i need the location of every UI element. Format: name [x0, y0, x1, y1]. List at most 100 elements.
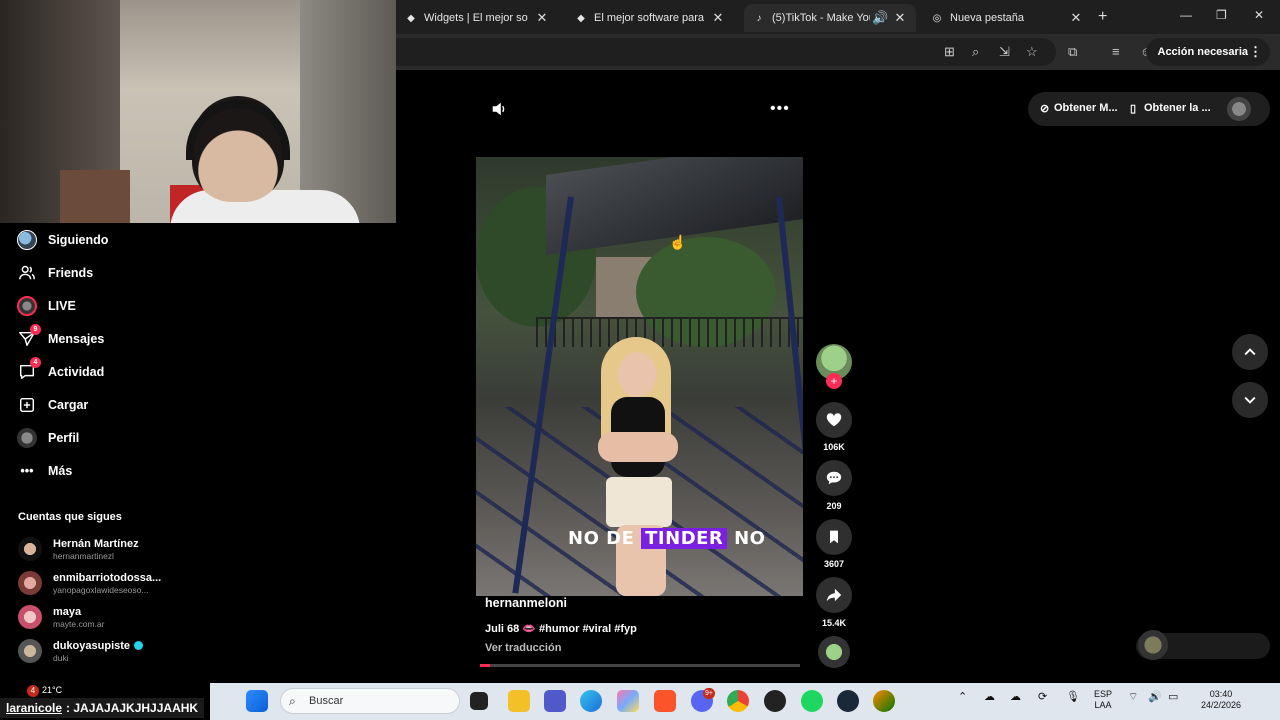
- tiktok-sidebar: Siguiendo Friends LIVE 9 Mensajes 4 Acti…: [0, 223, 396, 683]
- sidebar-item-label: Cargar: [48, 398, 89, 412]
- share-count: 15.4K: [821, 618, 847, 628]
- search-placeholder: Buscar: [309, 695, 344, 707]
- clock[interactable]: 03:40 24/2/2026: [1192, 689, 1250, 711]
- previous-video-button[interactable]: [1232, 334, 1268, 370]
- get-coins-button[interactable]: Obtener M...: [1054, 102, 1118, 114]
- sidebar-item-following[interactable]: Siguiendo: [16, 228, 108, 252]
- window-close-icon[interactable]: ✕: [1254, 8, 1264, 22]
- account-handle: duki: [53, 652, 69, 663]
- bookmark-star-icon[interactable]: ☆: [1026, 44, 1038, 60]
- media-controls-icon[interactable]: ≡: [1112, 44, 1120, 59]
- tab-widgets[interactable]: ◆ Widgets | El mejor softwar ✕: [396, 4, 558, 32]
- file-explorer-icon[interactable]: [508, 690, 530, 712]
- tab-tiktok[interactable]: ♪ (5)TikTok - Make Your 🔊 ✕: [744, 4, 916, 32]
- followed-account[interactable]: Hernán Martínez hernanmartinezl: [18, 537, 139, 561]
- comment-icon: [826, 471, 842, 485]
- avatar: [18, 605, 42, 629]
- steam-icon[interactable]: [837, 690, 859, 712]
- new-tab-button[interactable]: +: [1098, 8, 1107, 26]
- action-required-button[interactable]: Acción necesaria ⋮: [1145, 38, 1270, 66]
- followed-account[interactable]: dukoyasupiste duki: [18, 639, 144, 663]
- fl-studio-icon[interactable]: [873, 690, 895, 712]
- weather-badge: 4: [27, 685, 39, 697]
- task-view-icon[interactable]: [470, 692, 488, 710]
- obs-icon[interactable]: [764, 690, 786, 712]
- teams-icon[interactable]: [544, 690, 566, 712]
- video-progress-bar[interactable]: [480, 664, 800, 667]
- music-disc-icon[interactable]: [818, 636, 850, 668]
- sidebar-item-friends[interactable]: Friends: [16, 261, 93, 285]
- translate-icon[interactable]: ⊞: [944, 44, 955, 60]
- user-avatar[interactable]: [1227, 97, 1251, 121]
- save-button[interactable]: [816, 519, 852, 555]
- friends-icon: [16, 262, 38, 284]
- maximize-icon[interactable]: ❐: [1216, 8, 1227, 22]
- next-video-button[interactable]: [1232, 382, 1268, 418]
- close-icon[interactable]: ✕: [892, 10, 908, 26]
- get-app-button[interactable]: Obtener la ...: [1144, 102, 1211, 114]
- comment-button[interactable]: [816, 460, 852, 496]
- chat-text: : JAJAJAJKJHJJAAHK: [66, 701, 199, 715]
- battery-icon[interactable]: ▭: [1168, 692, 1178, 703]
- like-count: 106K: [823, 442, 845, 452]
- sidebar-item-live[interactable]: LIVE: [16, 294, 76, 318]
- chevron-up-icon[interactable]: ⌃: [958, 692, 967, 703]
- minimize-icon[interactable]: —: [1180, 8, 1192, 22]
- stream-chat-message: laranicole : JAJAJAJKJHJJAAHK: [0, 698, 205, 718]
- sidebar-item-label: LIVE: [48, 299, 76, 313]
- close-icon[interactable]: ✕: [1068, 10, 1084, 26]
- tiktok-icon: ♪: [756, 12, 762, 24]
- video-player[interactable]: NO DE TINDER NO: [476, 157, 803, 596]
- tab-new-tab[interactable]: ◎ Nueva pestaña ✕: [922, 4, 1092, 32]
- edge-icon[interactable]: [580, 690, 602, 712]
- address-bar[interactable]: [396, 38, 1056, 66]
- more-options-icon[interactable]: •••: [770, 100, 790, 118]
- microphone-icon[interactable]: 🎙: [1066, 692, 1080, 703]
- messages-icon: 9: [16, 324, 41, 350]
- weather-temp: 21°C: [42, 685, 63, 695]
- followed-account[interactable]: maya mayte.com.ar: [18, 605, 105, 629]
- taskbar-search[interactable]: ⌕ Buscar: [280, 688, 460, 714]
- close-icon[interactable]: ✕: [534, 10, 550, 26]
- share-arrow-icon: [826, 588, 842, 602]
- onedrive-icon[interactable]: ☁: [984, 692, 995, 703]
- sidebar-item-upload[interactable]: Cargar: [16, 393, 88, 417]
- speaker-icon[interactable]: 🔊: [1148, 692, 1162, 703]
- spotify-icon[interactable]: [801, 690, 823, 712]
- see-translation-link[interactable]: Ver traducción: [485, 642, 561, 654]
- share-button[interactable]: [816, 577, 852, 613]
- sidebar-item-profile[interactable]: Perfil: [16, 426, 79, 450]
- brave-icon[interactable]: [654, 690, 676, 712]
- zoom-icon[interactable]: ⌕: [972, 44, 979, 60]
- wifi-icon[interactable]: ⌔: [1128, 692, 1138, 703]
- chevron-down-icon: [1244, 396, 1256, 404]
- video-author[interactable]: hernanmeloni: [485, 596, 567, 610]
- chrome-icon[interactable]: [727, 690, 749, 712]
- follow-plus-icon[interactable]: +: [826, 373, 842, 389]
- refresh-icon[interactable]: ⟳: [1038, 692, 1047, 703]
- account-name: dukoyasupiste: [53, 639, 131, 652]
- sidebar-item-messages[interactable]: 9 Mensajes: [16, 324, 104, 351]
- windows-start-icon[interactable]: [246, 690, 268, 712]
- followed-account[interactable]: enmibarriotodossa... yanopagoxlawideseos…: [18, 571, 161, 595]
- kebab-menu-icon[interactable]: ⋮: [1249, 44, 1262, 60]
- sidebar-item-activity[interactable]: 4 Actividad: [16, 357, 104, 384]
- speaker-icon[interactable]: 🔊: [872, 10, 888, 26]
- profile-icon: [16, 427, 38, 449]
- like-button[interactable]: [816, 402, 852, 438]
- tab-software[interactable]: ◆ El mejor software para pot ✕: [566, 4, 734, 32]
- install-app-icon[interactable]: ⇲: [999, 44, 1010, 60]
- sidebar-item-more[interactable]: ••• Más: [16, 459, 72, 483]
- close-icon[interactable]: ✕: [710, 10, 726, 26]
- account-handle: yanopagoxlawideseoso...: [53, 584, 149, 595]
- clock-date: 24/2/2026: [1200, 700, 1242, 710]
- volume-icon[interactable]: [490, 100, 508, 118]
- weather-widget[interactable]: 4 21°C: [27, 685, 62, 697]
- mini-player-avatar: [1138, 630, 1168, 660]
- input-language[interactable]: ESP LAA: [1090, 689, 1116, 711]
- extensions-icon[interactable]: ⧉: [1068, 44, 1077, 60]
- activity-icon: 4: [16, 357, 41, 383]
- cloud-sync-icon[interactable]: ☁: [1010, 692, 1021, 703]
- copilot-icon[interactable]: [617, 690, 639, 712]
- avatar: [18, 537, 42, 561]
